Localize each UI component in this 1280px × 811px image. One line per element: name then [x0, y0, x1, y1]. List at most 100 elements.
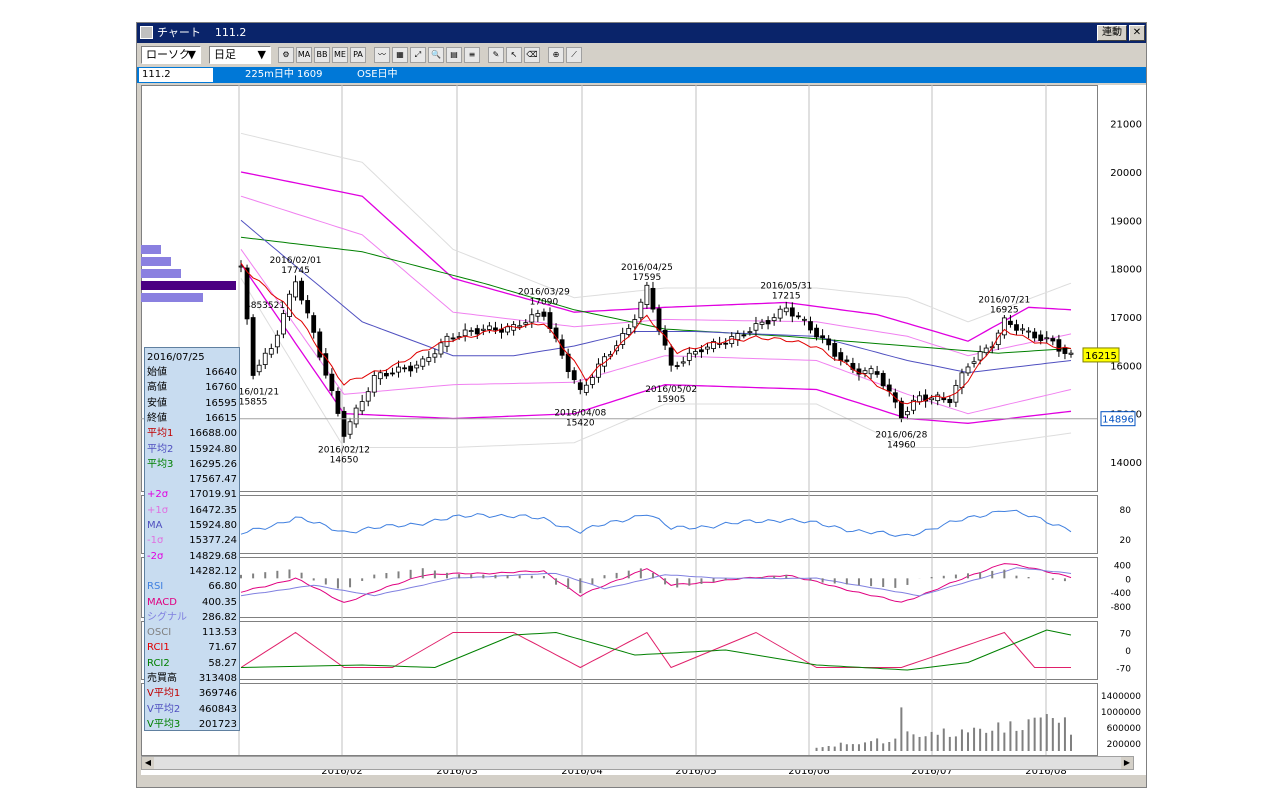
chart-window: チャート 111.2 連動 ✕ ローソク ▼ 日足 ▼ ⚙ MA BB ME PA …: [136, 22, 1147, 788]
candle-body: [262, 352, 268, 365]
candle-body: [1050, 338, 1056, 342]
line-chart-icon[interactable]: 〰: [374, 47, 390, 63]
period-select[interactable]: 日足 ▼: [209, 46, 271, 64]
candle-body: [359, 401, 365, 412]
candle-body: [402, 367, 407, 370]
candle-body: [765, 320, 771, 325]
candle-body: [486, 325, 492, 330]
ma-short-line: [240, 262, 1072, 405]
macd-line: [240, 563, 1072, 603]
candle-body: [329, 373, 335, 392]
candle-body: [1044, 337, 1050, 340]
candle-body: [983, 347, 989, 354]
data-legend: 2016/07/25 始値 16640 高値 16760 安値 16595 終値 16615 平…: [144, 347, 240, 731]
annotation-date: 2016/02/01: [270, 256, 322, 266]
candle-body: [947, 398, 953, 404]
legend-row: 平均3 16295.26: [147, 457, 237, 472]
chart-area[interactable]: 2016/02 2016/03 2016/04 2016/05 2016/06 2016/…: [141, 85, 1146, 775]
chart-type-select[interactable]: ローソク ▼: [141, 46, 201, 64]
tool-me[interactable]: ME: [332, 47, 348, 63]
legend-label: V平均3: [147, 718, 181, 730]
price-tick-label: 17000: [1110, 313, 1142, 324]
legend-value: 17567.47: [189, 474, 237, 486]
candle-body: [565, 353, 571, 372]
candle-body: [971, 361, 977, 364]
tool-ma[interactable]: MA: [296, 47, 312, 63]
candle-body: [820, 335, 826, 339]
legend-label: 終値: [147, 412, 167, 424]
legend-label: V平均2: [147, 703, 181, 715]
scroll-left-icon[interactable]: ◀: [142, 757, 154, 769]
candle-body: [256, 364, 262, 373]
candle-body: [1068, 352, 1074, 355]
last-price-label: 16215: [1085, 351, 1117, 362]
magnifier-icon[interactable]: ⊕: [548, 47, 564, 63]
legend-label: 売買高: [147, 673, 177, 684]
tool-pa[interactable]: PA: [350, 47, 366, 63]
chart-svg[interactable]: 2016/02 2016/03 2016/04 2016/05 2016/06 2016/…: [141, 85, 1146, 775]
annotation-date: 2016/05/02: [645, 385, 697, 395]
legend-value: 16688.00: [189, 428, 237, 440]
bollinger-plus3-line: [240, 132, 1072, 323]
vol-panel-frame: [141, 683, 1098, 756]
legend-label: +2σ: [147, 489, 169, 501]
candle-body: [814, 327, 819, 338]
candle-body: [426, 357, 432, 362]
legend-label: 高値: [147, 382, 167, 394]
candle-body: [674, 365, 680, 367]
rci1-line: [240, 631, 1071, 669]
macd-panel-frame: [141, 557, 1098, 618]
candle-body: [377, 372, 383, 380]
candle-body: [287, 293, 292, 317]
legend-value: 16472.35: [189, 504, 237, 516]
horizontal-scrollbar[interactable]: ◀ ▶: [141, 756, 1134, 770]
legend-row: MACD 400.35: [147, 595, 237, 610]
candle-body: [826, 338, 832, 346]
candle-body: [365, 391, 371, 402]
scroll-right-icon[interactable]: ▶: [1121, 757, 1133, 769]
candle-body: [244, 267, 250, 320]
settings-icon[interactable]: ⚙: [278, 47, 294, 63]
candle-body: [1020, 328, 1025, 331]
eraser-icon[interactable]: ⌫: [524, 47, 540, 63]
candle-body: [632, 319, 638, 328]
chevron-down-icon: ▼: [257, 48, 266, 61]
tool-bb[interactable]: BB: [314, 47, 330, 63]
trend-line-icon[interactable]: ⟋: [566, 47, 582, 63]
legend-label: MA: [147, 520, 163, 531]
candle-body: [305, 300, 311, 314]
legend-label: V平均1: [147, 688, 181, 700]
annotation-value: 16925: [990, 306, 1019, 316]
link-button[interactable]: 連動: [1097, 25, 1127, 41]
candle-body: [929, 397, 935, 401]
candle-body: [668, 347, 674, 366]
legend-value: 15377.24: [189, 535, 237, 547]
cursor-icon[interactable]: ↖: [506, 47, 522, 63]
legend-row: 14282.12: [147, 564, 237, 579]
legend-label: RCI1: [147, 642, 170, 654]
grid-icon[interactable]: ▦: [392, 47, 408, 63]
pencil-icon[interactable]: ✎: [488, 47, 504, 63]
legend-value: 16295.26: [189, 458, 237, 470]
volume-profile-bar: [141, 257, 171, 266]
candle-body: [371, 375, 377, 393]
panel-tick-label: -70: [1116, 665, 1131, 675]
search-icon[interactable]: 🔍: [428, 47, 444, 63]
candle-body: [886, 384, 892, 392]
legend-value: 16595: [205, 397, 237, 409]
fibonacci-icon[interactable]: ≡: [464, 47, 480, 63]
table-icon[interactable]: ▤: [446, 47, 462, 63]
chart-app-icon: [140, 26, 153, 39]
volume-tick-label: 200000: [1107, 740, 1142, 750]
rsi-panel-frame: [141, 495, 1098, 554]
close-icon[interactable]: ✕: [1129, 25, 1145, 41]
candle-body: [680, 361, 686, 364]
code-field[interactable]: 111.2: [139, 68, 213, 82]
zoom-icon[interactable]: ⤢: [410, 47, 426, 63]
line-price-label: 14896: [1102, 415, 1134, 426]
legend-row: 売買高 313408: [147, 671, 237, 686]
candle-body: [777, 308, 783, 319]
candle-body: [741, 334, 747, 337]
candle-body: [686, 352, 692, 361]
candle-body: [480, 328, 486, 331]
